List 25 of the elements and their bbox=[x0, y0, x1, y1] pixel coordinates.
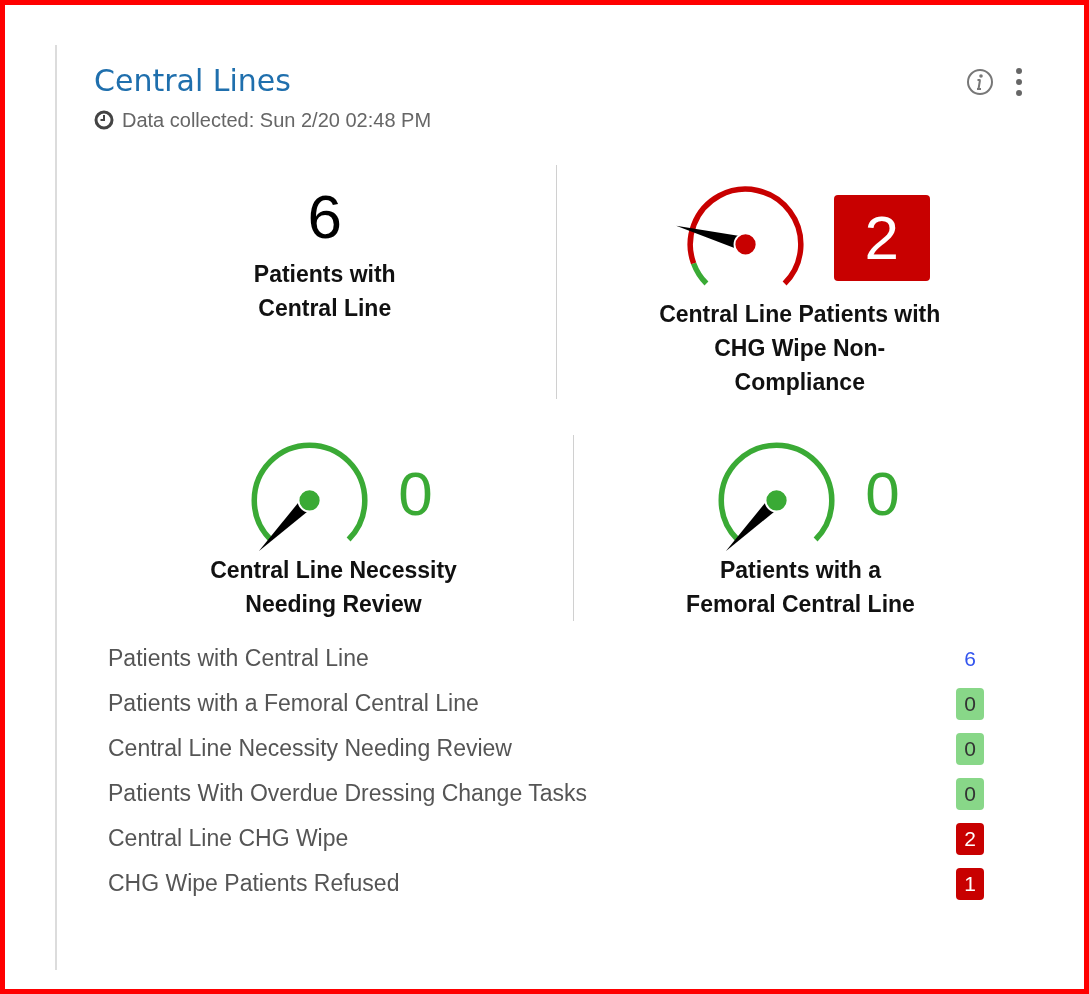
tile-value: 0 bbox=[398, 458, 433, 530]
info-button[interactable] bbox=[966, 68, 994, 96]
count-badge: 2 bbox=[956, 822, 984, 855]
count-badge: 0 bbox=[956, 777, 984, 810]
count-text: 6 bbox=[963, 646, 977, 671]
tile-label: Central Line Necessity Needing Review bbox=[209, 556, 458, 619]
metric-label: CHG Wipe Patients Refused bbox=[108, 869, 400, 899]
tile-label: Patients with a Femoral Central Line bbox=[685, 556, 916, 619]
metric-label: Central Line CHG Wipe bbox=[108, 824, 349, 854]
tile-label: Patients with Central Line bbox=[252, 260, 397, 323]
count-badge: 0 bbox=[956, 732, 984, 765]
metric-label: Patients With Overdue Dressing Change Tasks bbox=[108, 779, 587, 809]
more-options-button[interactable] bbox=[1014, 67, 1024, 97]
data-collected-text: Data collected: Sun 2/20 02:48 PM bbox=[122, 108, 432, 133]
metric-label: Central Line Necessity Needing Review bbox=[108, 734, 512, 764]
count-badge: 1 bbox=[956, 867, 984, 900]
tile-value: 0 bbox=[865, 458, 900, 530]
count-badge: 0 bbox=[956, 687, 984, 720]
metric-label: Patients with a Femoral Central Line bbox=[108, 689, 479, 719]
alert-value-badge: 2 bbox=[833, 195, 930, 281]
card-title: Central Lines bbox=[94, 63, 292, 99]
tile-value: 6 bbox=[307, 181, 342, 253]
clock-icon bbox=[94, 110, 114, 130]
tile-label: Central Line Patients with CHG Wipe Non-Compliance bbox=[658, 300, 942, 397]
metric-label: Patients with Central Line bbox=[108, 644, 369, 674]
